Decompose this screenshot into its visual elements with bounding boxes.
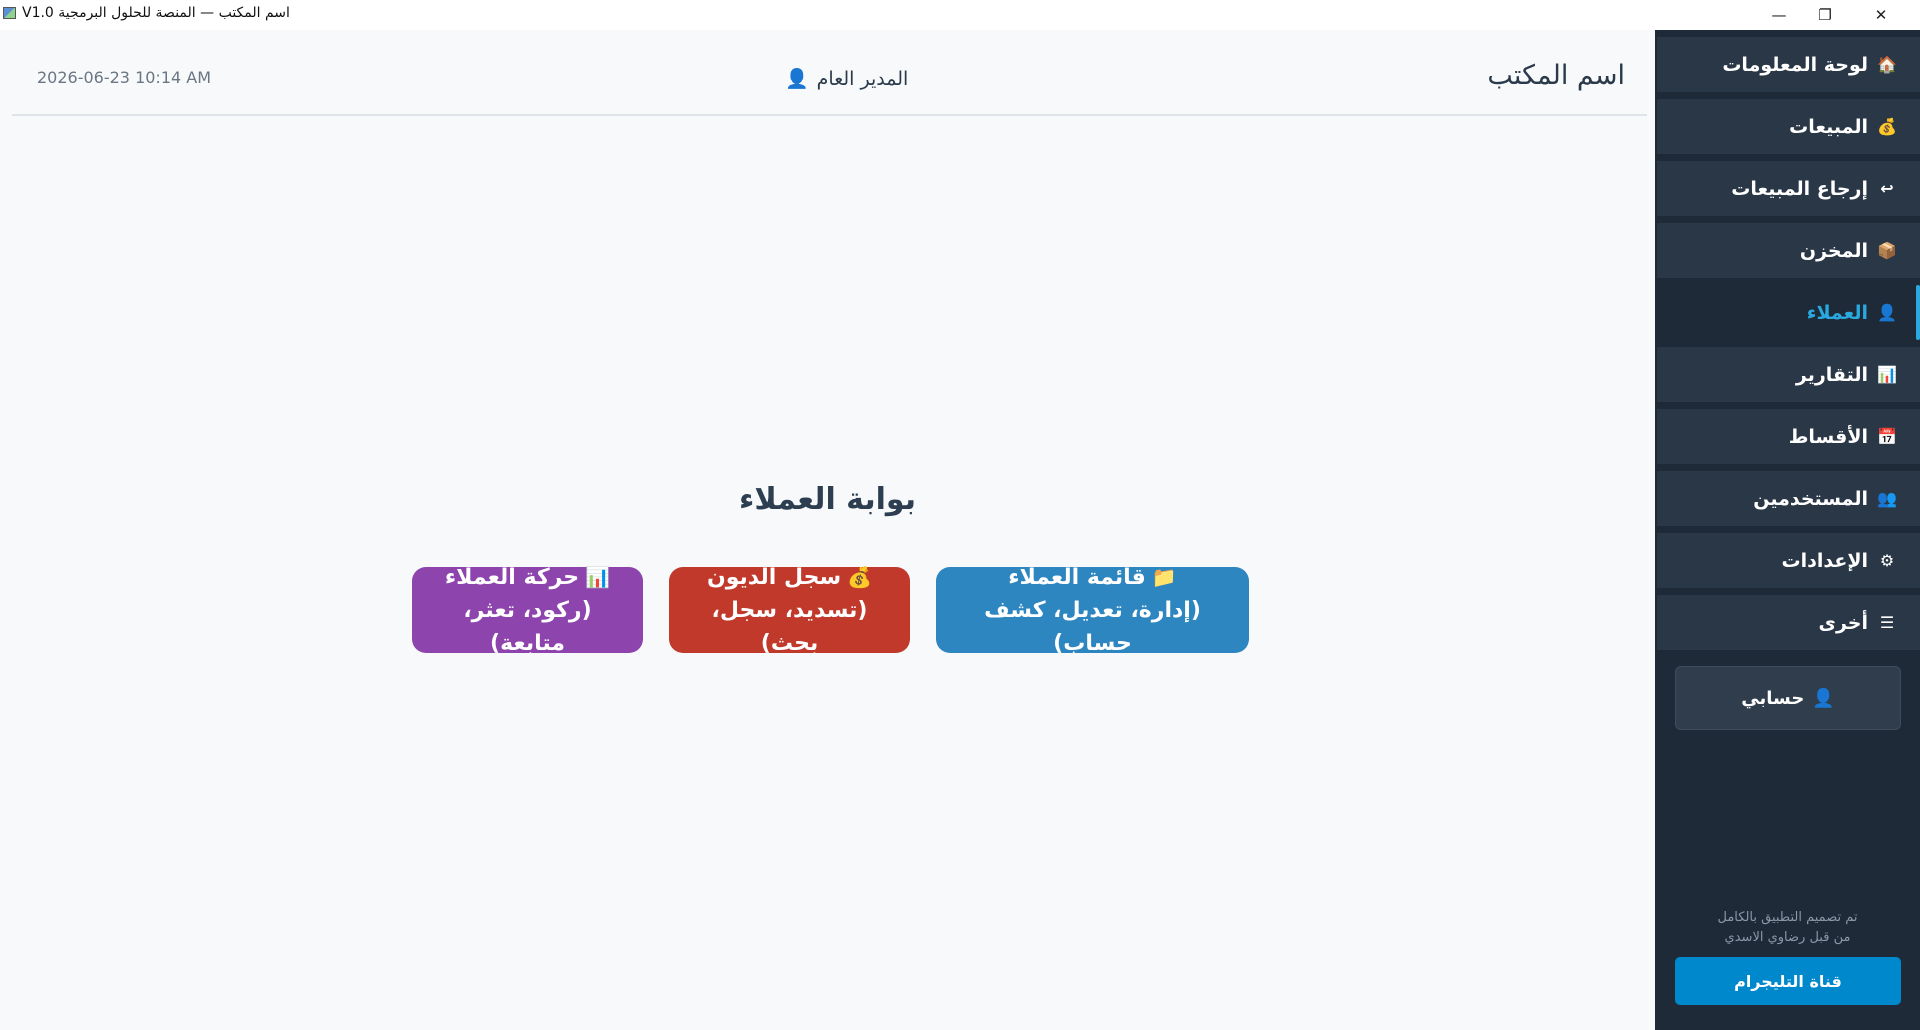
menu-icon: ☰ [1879,613,1895,632]
gear-icon: ⚙ [1879,551,1895,570]
user-label: المدير العام [816,67,909,90]
sidebar-item-label: لوحة المعلومات [1722,53,1868,76]
app-icon [3,7,16,19]
sidebar-item-label: التقارير [1795,363,1868,386]
user-icon: 👤 [1877,303,1897,322]
sidebar-item-customers[interactable]: 👤 العملاء [1657,285,1920,340]
credit-line: تم تصميم التطبيق بالكامل [1717,910,1858,925]
restore-button[interactable]: ❐ [1802,0,1848,30]
sidebar-item-warehouse[interactable]: 📦 المخزن [1657,223,1920,278]
sidebar-item-dashboard[interactable]: 🏠 لوحة المعلومات [1657,37,1920,92]
money-bag-icon: 💰 [1877,117,1897,136]
home-icon: 🏠 [1877,55,1897,74]
button-label: قائمة العملاء [1008,564,1146,590]
sidebar-item-label: أخرى [1818,611,1868,634]
window-title: V1.0 اسم المكتب — المنصة للحلول البرمجية [22,5,290,21]
customers-activity-button[interactable]: 📊حركة العملاء (ركود، تعثر، متابعة) [412,564,643,656]
sidebar-item-label: المخزن [1799,239,1868,262]
account-label: حسابي [1741,687,1805,709]
folder-icon: 📁 [1151,564,1177,589]
close-button[interactable]: ✕ [1858,0,1904,30]
customers-list-button[interactable]: 📁قائمة العملاء (إدارة، تعديل، كشف حساب) [936,564,1249,656]
user-icon: 👤 [1812,687,1835,709]
button-sublabel: (تسديد، سجل، بحث) [711,597,868,656]
sidebar: 🏠 لوحة المعلومات 💰 المبيعات ↩ إرجاع المب… [1655,30,1920,1030]
sidebar-item-reports[interactable]: 📊 التقارير [1657,347,1920,402]
sidebar-item-label: الأقساط [1788,425,1868,448]
sidebar-item-sales-returns[interactable]: ↩ إرجاع المبيعات [1657,161,1920,216]
chart-icon: 📊 [1877,365,1897,384]
sidebar-item-label: الإعدادات [1781,549,1868,572]
sidebar-item-installments[interactable]: 📅 الأقساط [1657,409,1920,464]
chart-icon: 📊 [585,564,611,589]
user-icon: 👤 [785,68,809,90]
header: 2026-06-23 10:14 AM المدير العام 👤 اسم ا… [0,30,1655,116]
sidebar-item-label: المبيعات [1789,115,1868,138]
sidebar-item-sales[interactable]: 💰 المبيعات [1657,99,1920,154]
sidebar-item-label: المستخدمين [1753,487,1868,510]
sidebar-item-label: العملاء [1806,301,1868,324]
sidebar-item-settings[interactable]: ⚙ الإعدادات [1657,533,1920,588]
return-icon: ↩ [1880,179,1894,198]
office-name: اسم المكتب [1487,60,1625,91]
button-sublabel: (إدارة، تعديل، كشف حساب) [984,597,1201,656]
main-content: 2026-06-23 10:14 AM المدير العام 👤 اسم ا… [0,30,1655,1030]
sidebar-item-label: إرجاع المبيعات [1731,177,1868,200]
header-divider [12,114,1647,116]
page-title: بوابة العملاء [739,482,916,517]
package-icon: 📦 [1877,241,1897,260]
active-indicator [1916,285,1920,340]
minimize-button[interactable]: — [1756,0,1802,30]
debts-record-button[interactable]: 💰سجل الديون (تسديد، سجل، بحث) [669,564,910,656]
portal-buttons: 📁قائمة العملاء (إدارة، تعديل، كشف حساب) … [412,564,1249,656]
users-icon: 👥 [1877,489,1897,508]
sidebar-item-more[interactable]: ☰ أخرى [1657,595,1920,650]
button-sublabel: (ركود، تعثر، متابعة) [463,597,592,656]
button-label: حركة العملاء [444,564,580,590]
calendar-icon: 📅 [1877,427,1897,446]
sidebar-item-users[interactable]: 👥 المستخدمين [1657,471,1920,526]
money-bag-icon: 💰 [847,564,873,589]
current-user: المدير العام 👤 [785,67,909,91]
my-account-button[interactable]: 👤 حسابي [1675,666,1901,730]
telegram-channel-button[interactable]: قناة التليجرام [1675,957,1901,1005]
credit-text: تم تصميم التطبيق بالكامل من قبل رضاوي ال… [1655,908,1920,948]
window-titlebar: V1.0 اسم المكتب — المنصة للحلول البرمجية… [0,0,1920,31]
credit-line: من قبل رضاوي الاسدي [1724,930,1851,945]
datetime: 2026-06-23 10:14 AM [37,68,212,87]
button-label: سجل الديون [706,564,842,590]
